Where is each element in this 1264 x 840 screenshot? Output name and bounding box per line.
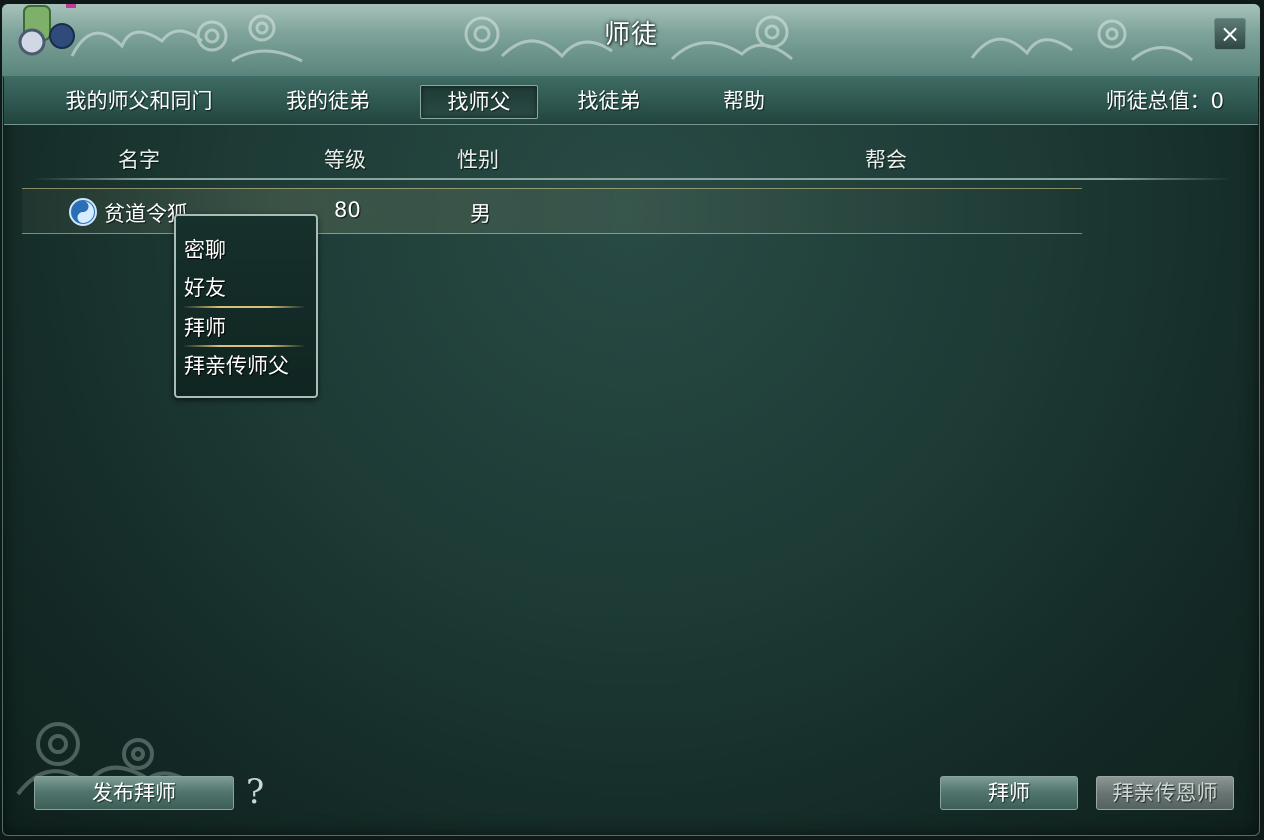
tab-help[interactable]: 帮助 (704, 85, 784, 117)
mentorship-window: 师徒 × 我的师父和同门 我的徒弟 找师父 找徒弟 帮助 师徒总值：0 名字 等… (2, 4, 1260, 836)
column-header-guild[interactable]: 帮会 (865, 144, 907, 174)
close-button[interactable]: × (1214, 18, 1246, 50)
row-level: 80 (334, 198, 361, 222)
title-bar[interactable]: 师徒 × (2, 4, 1260, 77)
menu-item-add-friend[interactable]: 好友 (184, 272, 226, 302)
menu-separator (182, 345, 306, 347)
publish-apprentice-request-button[interactable]: 发布拜师 (34, 776, 234, 810)
close-icon: × (1219, 20, 1241, 48)
player-context-menu: 密聊 好友 拜师 拜亲传师父 (174, 214, 318, 398)
tab-find-apprentice[interactable]: 找徒弟 (560, 85, 658, 117)
column-header-name[interactable]: 名字 (118, 144, 160, 174)
mentorship-total-value: 师徒总值：0 (1105, 89, 1224, 113)
window-title: 师徒 (603, 20, 658, 50)
column-header-gender[interactable]: 性别 (457, 144, 499, 174)
menu-item-private-chat[interactable]: 密聊 (184, 234, 226, 264)
menu-item-become-apprentice[interactable]: 拜师 (184, 312, 226, 342)
tab-my-master-and-peers[interactable]: 我的师父和同门 (48, 85, 230, 117)
faction-taiji-icon (69, 198, 97, 226)
tab-my-apprentices[interactable]: 我的徒弟 (270, 85, 386, 117)
become-apprentice-button[interactable]: 拜师 (940, 776, 1078, 810)
menu-item-personal-master[interactable]: 拜亲传师父 (184, 350, 289, 380)
help-question-icon[interactable]: ? (246, 772, 264, 812)
menu-separator (182, 306, 306, 308)
tab-bar: 我的师父和同门 我的徒弟 找师父 找徒弟 帮助 师徒总值：0 (4, 76, 1258, 125)
personal-master-button[interactable]: 拜亲传恩师 (1096, 776, 1234, 810)
column-header-level[interactable]: 等级 (324, 144, 366, 174)
row-gender: 男 (470, 202, 491, 226)
tab-find-master[interactable]: 找师父 (420, 85, 538, 119)
header-divider (32, 178, 1232, 180)
